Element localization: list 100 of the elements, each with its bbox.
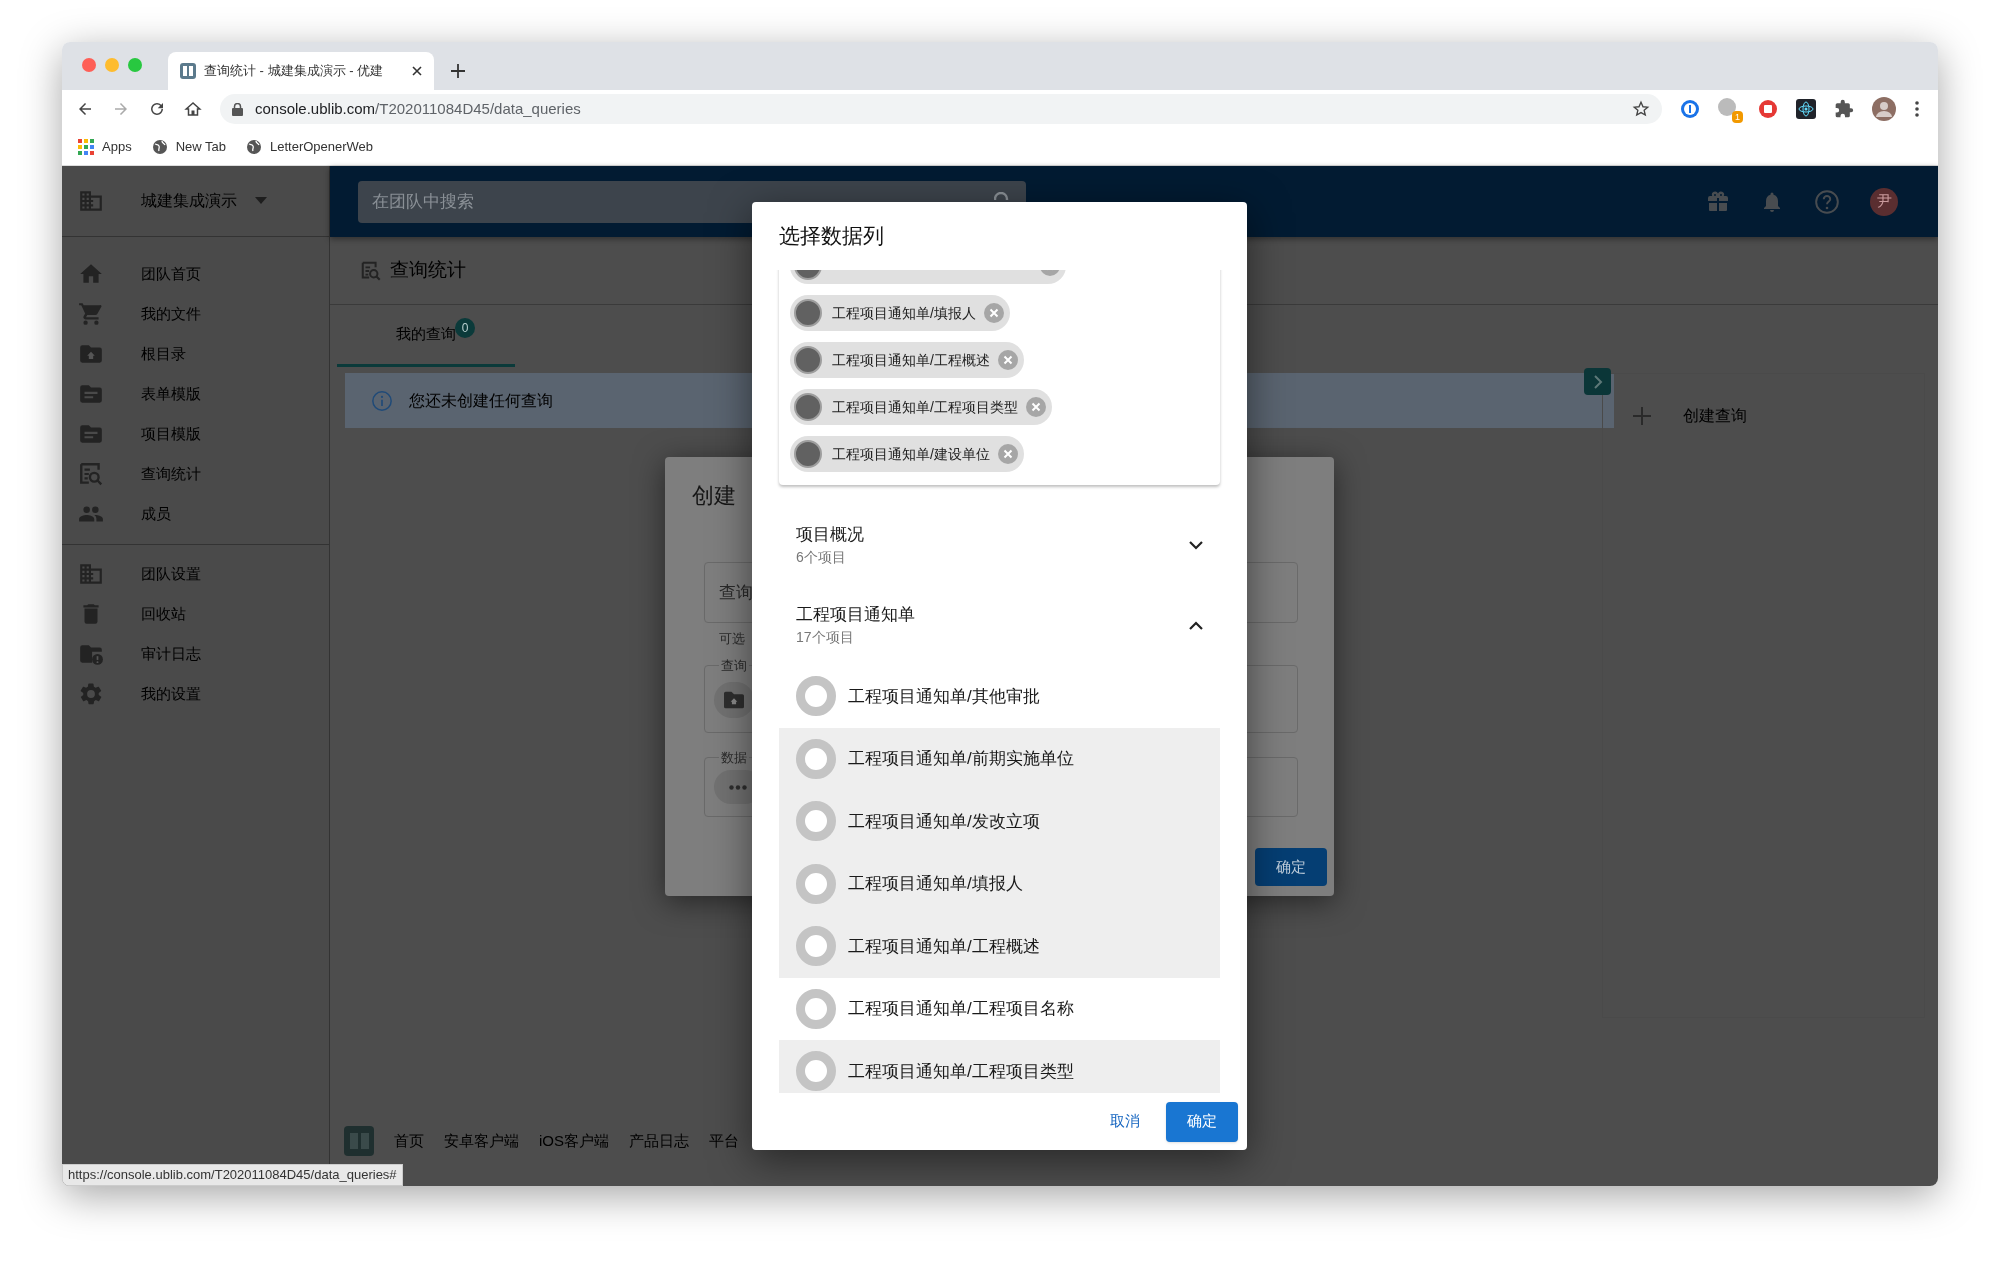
close-icon[interactable]	[412, 66, 422, 76]
bookmark-link[interactable]: New Tab	[175, 136, 226, 157]
chevron-down-icon[interactable]	[1189, 540, 1203, 550]
building-icon	[78, 561, 104, 587]
puzzle-icon[interactable]	[1834, 99, 1854, 119]
column-option[interactable]: 工程项目通知单/工程项目类型	[779, 1040, 1220, 1093]
close-window-icon[interactable]	[82, 58, 96, 72]
apps-grid-icon[interactable]	[78, 138, 94, 155]
team-name[interactable]: 城建集成演示	[141, 189, 237, 213]
lock-icon	[232, 102, 243, 116]
dialog-title: 选择数据列	[779, 223, 884, 250]
footer-link[interactable]: 平台	[709, 1129, 739, 1153]
column-option[interactable]: 工程项目通知单/发改立项	[779, 790, 1220, 853]
globe-icon[interactable]	[151, 138, 168, 155]
column-chip[interactable]: 工程项目通知单/工程项目类型	[790, 389, 1052, 425]
collapse-panel-button[interactable]	[1584, 368, 1611, 395]
column-chip[interactable]: 工程项目通知单/工程概述	[790, 342, 1024, 378]
building-icon	[78, 188, 104, 214]
extension-badge: 1	[1732, 111, 1743, 123]
cancel-button[interactable]: 取消	[1094, 1101, 1156, 1142]
option-label: 工程项目通知单/其他审批	[848, 685, 1040, 708]
helper-text: 可选	[719, 630, 745, 648]
zoom-window-icon[interactable]	[128, 58, 142, 72]
sidebar-item[interactable]: 我的文件	[141, 302, 201, 326]
globe-icon[interactable]	[246, 138, 262, 155]
browser-tab[interactable]: 查询统计 - 城建集成演示 - 优建	[168, 52, 434, 90]
option-label: 工程项目通知单/工程概述	[848, 935, 1040, 958]
gift-icon[interactable]	[1706, 189, 1730, 214]
column-option[interactable]: 工程项目通知单/工程概述	[779, 915, 1220, 978]
column-chip[interactable]: 工程项目通知单/建设单位	[790, 436, 1024, 472]
info-icon	[371, 389, 393, 412]
sidebar-item[interactable]: 成员	[141, 502, 171, 526]
group-header[interactable]: 项目概况 6个项目	[752, 505, 1247, 585]
tab-title: 查询统计 - 城建集成演示 - 优建	[204, 62, 385, 81]
dialog-title: 创建	[692, 482, 736, 510]
status-url-tooltip: https://console.ublib.com/T202011084D45/data_queries#	[62, 1164, 403, 1186]
column-chip[interactable]: 工程项目通知单/填报人	[790, 295, 1010, 331]
password-extension-icon[interactable]	[1680, 99, 1700, 119]
option-label: 工程项目通知单/工程项目名称	[848, 998, 1074, 1020]
dropdown-caret-icon[interactable]	[255, 197, 267, 205]
tab[interactable]: 我的查询 0	[337, 305, 515, 367]
shield-extension-icon[interactable]	[1758, 99, 1778, 119]
url-text: console.ublib.com/T202011084D45/data_queries	[255, 98, 582, 119]
new-tab-icon[interactable]	[450, 63, 466, 79]
group-title: 工程项目通知单	[796, 603, 916, 626]
chevron-up-icon[interactable]	[1189, 620, 1203, 630]
column-option[interactable]: 工程项目通知单/填报人	[779, 852, 1220, 915]
option-label: 工程项目通知单/发改立项	[848, 810, 1040, 833]
footer-link[interactable]: 首页	[394, 1129, 424, 1153]
chevron-right-icon	[1592, 374, 1603, 389]
sidebar-item[interactable]: 回收站	[141, 602, 186, 626]
minimize-window-icon[interactable]	[105, 58, 119, 72]
sidebar-item[interactable]: 根目录	[141, 342, 186, 366]
confirm-button[interactable]: 确定	[1166, 1101, 1238, 1142]
remove-icon[interactable]	[997, 444, 1018, 464]
footer-link[interactable]: 安卓客户端	[444, 1129, 519, 1153]
menu-icon[interactable]	[1914, 100, 1920, 118]
page-title: 查询统计	[390, 258, 466, 283]
gear-icon	[78, 681, 104, 707]
home-icon[interactable]	[184, 100, 202, 118]
sidebar-item[interactable]: 我的设置	[141, 682, 201, 706]
sidebar-item[interactable]: 团队首页	[141, 262, 201, 286]
sidebar-item[interactable]: 审计日志	[141, 642, 201, 666]
bookmark-link[interactable]: LetterOpenerWeb	[270, 136, 374, 157]
remove-icon[interactable]	[1025, 397, 1046, 417]
folder-chip[interactable]	[714, 682, 754, 718]
column-option[interactable]: 工程项目通知单/前期实施单位	[779, 727, 1220, 790]
notice-text: 您还未创建任何查询	[409, 390, 553, 411]
remove-icon[interactable]	[983, 303, 1004, 323]
search-document-icon	[78, 461, 104, 487]
confirm-button[interactable]: 确定	[1255, 848, 1327, 886]
star-icon[interactable]	[1632, 100, 1650, 118]
count-badge: 0	[455, 318, 475, 338]
page-icon	[180, 63, 196, 79]
plus-icon[interactable]	[1633, 407, 1651, 425]
bookmark-link[interactable]: Apps	[102, 136, 132, 157]
app-logo[interactable]	[344, 1126, 374, 1156]
sidebar-item[interactable]: 查询统计	[141, 462, 201, 486]
profile-avatar-icon[interactable]	[1872, 97, 1896, 121]
chip-avatar	[794, 346, 822, 374]
remove-icon[interactable]	[997, 350, 1018, 370]
atom-extension-icon[interactable]	[1796, 99, 1816, 119]
address-bar[interactable]: console.ublib.com/T202011084D45/data_queries	[220, 94, 1662, 124]
sidebar-item[interactable]: 表单模版	[141, 382, 201, 406]
create-query-link[interactable]: 创建查询	[1683, 404, 1747, 428]
forward-icon[interactable]	[112, 100, 130, 118]
item-count: 6个项目	[796, 548, 847, 568]
option-label: 工程项目通知单/前期实施单位	[848, 748, 1074, 770]
sidebar-item[interactable]: 项目模版	[141, 422, 201, 446]
search-document-icon	[360, 259, 382, 282]
reload-icon[interactable]	[148, 100, 166, 118]
group-header[interactable]: 工程项目通知单 17个项目	[752, 585, 1247, 665]
group-title: 项目概况	[796, 523, 865, 546]
option-label: 工程项目通知单/填报人	[848, 873, 1023, 895]
footer-link[interactable]: iOS客户端	[539, 1129, 609, 1153]
footer-link[interactable]: 产品日志	[629, 1129, 689, 1153]
item-count: 17个项目	[796, 628, 855, 648]
help-icon[interactable]	[1814, 188, 1840, 215]
sidebar-item[interactable]: 团队设置	[141, 562, 201, 586]
user-avatar[interactable]: 尹	[1870, 187, 1898, 216]
